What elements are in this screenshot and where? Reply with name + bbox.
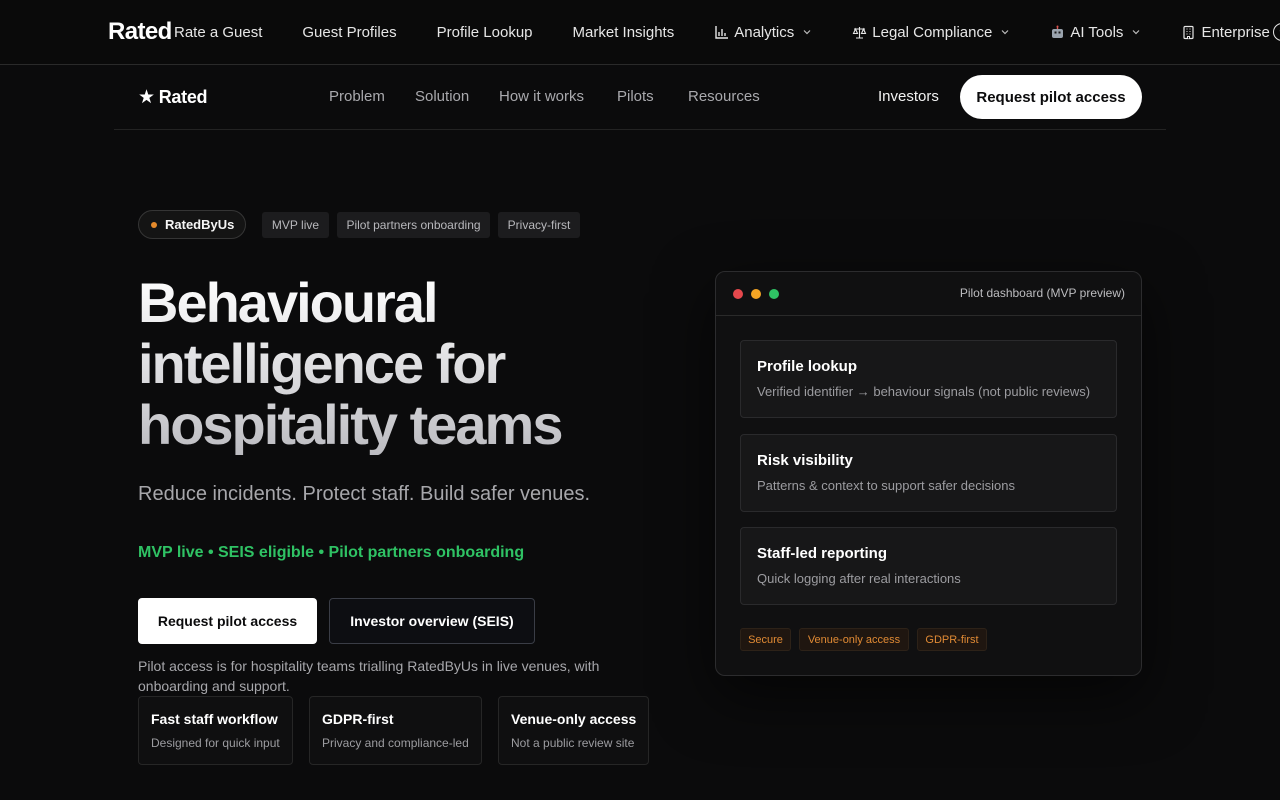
nav-item-enterprise[interactable]: Enterprise — [1181, 24, 1280, 41]
minimize-dot-icon — [751, 289, 761, 299]
chevron-down-icon — [1000, 27, 1010, 37]
dashboard-card-staff-reporting: Staff-led reporting Quick logging after … — [740, 527, 1117, 605]
menu-item-problem[interactable]: Problem — [329, 88, 385, 105]
site-logo[interactable]: ★ Rated — [138, 86, 208, 109]
menu-item-resources[interactable]: Resources — [688, 88, 760, 105]
dashboard-card-profile-lookup: Profile lookup Verified identifier → beh… — [740, 340, 1117, 418]
hero-title-line: intelligence for — [138, 332, 505, 395]
chip-pilot-partners: Pilot partners onboarding — [337, 212, 490, 238]
bar-chart-icon — [714, 25, 729, 40]
status-dot-icon — [151, 221, 157, 228]
nav-item-label: Analytics — [734, 23, 795, 41]
nav-item-label: AI Tools — [1070, 23, 1124, 41]
nav-item-ai-tools[interactable]: AI Tools — [1050, 24, 1141, 41]
hero-title-line: Behavioural — [138, 271, 437, 334]
nav-item-guest-profiles[interactable]: Guest Profiles — [302, 24, 396, 41]
nav-item-market-insights[interactable]: Market Insights — [573, 24, 675, 41]
feature-desc: Privacy and compliance-led — [322, 736, 469, 750]
feature-title: Fast staff workflow — [151, 711, 278, 727]
top-nav: Rated Rate a Guest Guest Profiles Profil… — [0, 0, 1280, 65]
hero-request-pilot-button[interactable]: Request pilot access — [138, 598, 317, 644]
robot-icon — [1050, 25, 1065, 40]
building-icon — [1181, 25, 1196, 40]
chevron-down-icon — [802, 27, 812, 37]
star-icon: ★ — [138, 87, 155, 108]
nav-item-label: Market Insights — [572, 23, 675, 41]
scales-icon — [852, 25, 867, 40]
site-header: ★ Rated Problem Solution How it works Pi… — [114, 65, 1166, 130]
feature-title: GDPR-first — [322, 711, 394, 727]
brand-badge-label: RatedByUs — [165, 217, 235, 232]
nav-item-label: Profile Lookup — [436, 23, 533, 41]
chevron-down-icon — [1131, 27, 1141, 37]
chip-privacy-first: Privacy-first — [498, 212, 580, 238]
nav-item-rate-a-guest[interactable]: Rate a Guest — [174, 24, 262, 41]
hero-subtitle: Reduce incidents. Protect staff. Build s… — [138, 483, 591, 505]
feature-card-fast-workflow: Fast staff workflow Designed for quick i… — [138, 696, 293, 765]
hero-title-line: hospitality teams — [138, 393, 562, 456]
close-dot-icon — [733, 289, 743, 299]
nav-item-label: Guest Profiles — [302, 23, 397, 41]
card-desc: Quick logging after real interactions — [757, 571, 961, 586]
nav-item-label: Enterprise — [1201, 23, 1270, 41]
card-desc: Patterns & context to support safer deci… — [757, 478, 1015, 493]
card-title: Staff-led reporting — [757, 545, 887, 562]
card-title: Risk visibility — [757, 452, 853, 469]
chip-mvp-live: MVP live — [262, 212, 329, 238]
dashboard-titlebar: Pilot dashboard (MVP preview) — [716, 272, 1141, 316]
nav-item-label: Rate a Guest — [174, 23, 263, 41]
dashboard-title: Pilot dashboard (MVP preview) — [959, 286, 1125, 300]
site-logo-text: Rated — [158, 87, 208, 107]
dashboard-card-risk-visibility: Risk visibility Patterns & context to su… — [740, 434, 1117, 512]
brand-badge: RatedByUs — [138, 210, 246, 239]
nav-item-label: Legal Compliance — [872, 23, 993, 41]
card-title: Profile lookup — [757, 358, 858, 375]
window-controls — [733, 289, 779, 299]
feature-desc: Designed for quick input — [151, 736, 280, 750]
hero-status-line: MVP live • SEIS eligible • Pilot partner… — [138, 544, 525, 561]
nav-item-profile-lookup[interactable]: Profile Lookup — [437, 24, 533, 41]
nav-item-analytics[interactable]: Analytics — [714, 24, 812, 41]
dashboard-preview: Pilot dashboard (MVP preview) Profile lo… — [715, 271, 1142, 676]
menu-item-how-it-works[interactable]: How it works — [499, 88, 584, 105]
menu-item-pilots[interactable]: Pilots — [617, 88, 654, 105]
menu-item-solution[interactable]: Solution — [415, 88, 469, 105]
investor-overview-button[interactable]: Investor overview (SEIS) — [329, 598, 535, 644]
investors-link[interactable]: Investors — [878, 88, 939, 105]
tag-gdpr-first: GDPR-first — [917, 628, 987, 651]
tag-venue-only: Venue-only access — [799, 628, 909, 651]
feature-card-gdpr: GDPR-first Privacy and compliance-led — [309, 696, 482, 765]
brand-logo[interactable]: Rated — [108, 18, 172, 46]
nav-item-legal-compliance[interactable]: Legal Compliance — [852, 24, 1010, 41]
tag-secure: Secure — [740, 628, 791, 651]
feature-desc: Not a public review site — [511, 736, 635, 750]
maximize-dot-icon — [769, 289, 779, 299]
request-pilot-access-button[interactable]: Request pilot access — [960, 75, 1142, 119]
feature-title: Venue-only access — [511, 711, 637, 727]
hero-title: Behavioural intelligence for hospitality… — [138, 272, 658, 455]
hero-note: Pilot access is for hospitality teams tr… — [138, 658, 600, 694]
top-nav-links: Rate a Guest Guest Profiles Profile Look… — [174, 0, 1280, 64]
card-desc: Verified identifier → behaviour signals … — [757, 384, 1091, 399]
feature-card-venue-only: Venue-only access Not a public review si… — [498, 696, 649, 765]
